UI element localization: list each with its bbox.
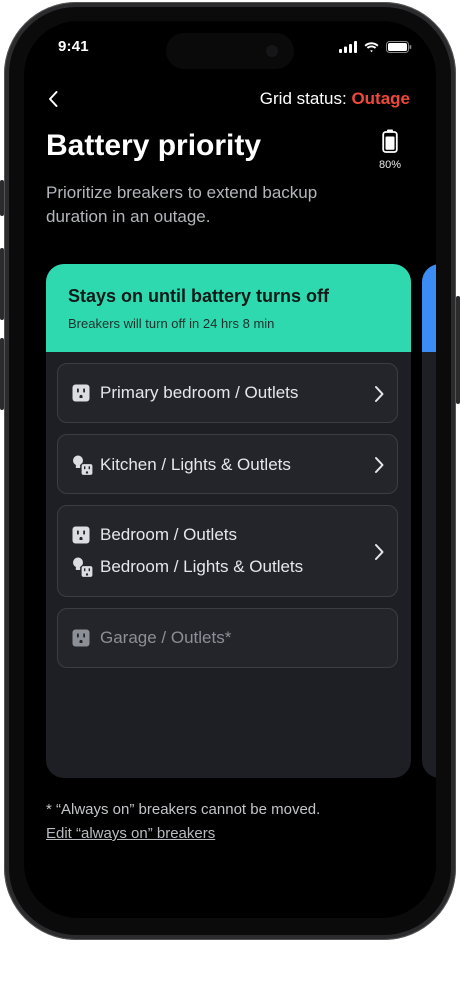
breaker-label: Kitchen / Lights & Outlets [100,455,291,474]
battery-icon [382,129,398,153]
phone-screen: 9:41 Grid status: Outage Battery priorit… [24,21,436,918]
grid-status-value: Outage [351,89,410,108]
next-card-header [422,264,436,352]
grid-status-label: Grid status: [259,89,347,108]
outlet-icon [72,526,90,544]
card-heading: Stays on until battery turns off [68,286,330,306]
outlet-icon [72,384,90,402]
breaker-group-row[interactable]: Bedroom / Outlets Bedroom / Lights & Out… [57,505,398,597]
dynamic-island [166,33,294,69]
priority-card: Stays on until battery turns off Breaker… [46,264,411,778]
power-button [456,296,460,404]
breaker-row-always-on: Garage / Outlets* [57,608,398,668]
battery-level: 80% [370,129,410,171]
card-subheading: Breakers will turn off in 24 hrs 8 min [68,316,275,331]
wifi-icon [364,42,379,53]
breaker-row[interactable]: Kitchen / Lights & Outlets [57,434,398,494]
next-priority-card[interactable] [422,264,436,778]
footnote: * “Always on” breakers cannot be moved. [46,801,321,818]
breaker-label: Bedroom / Lights & Outlets [100,557,304,576]
breaker-row[interactable]: Primary bedroom / Outlets [57,363,398,423]
battery-percent: 80% [378,159,402,171]
card-header: Stays on until battery turns off Breaker… [46,264,411,352]
chevron-right-icon [375,544,384,560]
light-outlet-icon [73,557,94,578]
status-icons [339,41,412,53]
cellular-signal-icon [339,41,357,53]
breaker-label: Primary bedroom / Outlets [100,383,299,402]
page-subtitle: Prioritize breakers to extend backup dur… [46,183,318,226]
status-time: 9:41 [58,38,89,55]
page-title: Battery priority [46,129,262,162]
grid-status: Grid status: Outage [260,89,410,109]
chevron-right-icon [375,386,384,402]
breaker-label: Garage / Outlets* [100,628,232,647]
edit-always-on-link[interactable]: Edit “always on” breakers [46,825,215,842]
light-outlet-icon [73,455,94,476]
battery-status-icon [386,41,412,53]
back-chevron-icon[interactable] [44,89,64,109]
chevron-right-icon [375,457,384,473]
breaker-label: Bedroom / Outlets [100,525,238,544]
outlet-icon [72,629,90,647]
